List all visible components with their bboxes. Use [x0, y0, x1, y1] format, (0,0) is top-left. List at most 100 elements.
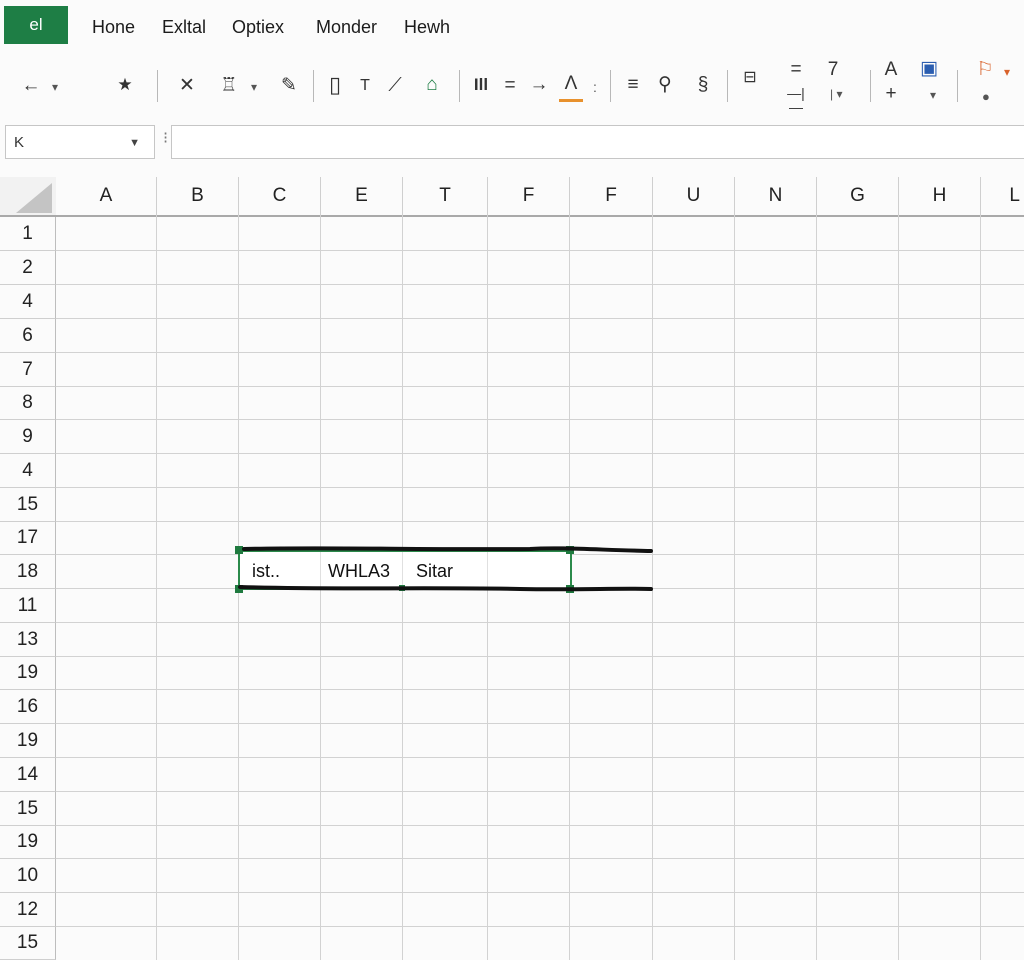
row-header[interactable]: 10	[0, 859, 56, 893]
row-header[interactable]: 7	[0, 353, 56, 387]
select-all-corner[interactable]	[0, 177, 56, 215]
grid-line	[56, 825, 1024, 826]
toolbar-separator	[870, 70, 871, 102]
row-header[interactable]: 18	[0, 555, 56, 589]
row-header[interactable]: 4	[0, 454, 56, 488]
row-header[interactable]: 15	[0, 792, 56, 826]
selected-range[interactable]	[238, 550, 572, 590]
column-header-h[interactable]: H	[899, 177, 981, 215]
row-header[interactable]: 12	[0, 893, 56, 927]
add-icon[interactable]: +	[878, 84, 904, 103]
flag-dropdown-icon[interactable]: ▾	[1004, 66, 1010, 78]
row-header[interactable]: 4	[0, 285, 56, 319]
name-box[interactable]: K ▼	[5, 125, 155, 159]
fill-bucket-icon[interactable]: ⌂	[419, 75, 445, 94]
column-header-n[interactable]: N	[735, 177, 817, 215]
row-header[interactable]: 15	[0, 488, 56, 522]
row-header[interactable]: 8	[0, 387, 56, 420]
equals-icon[interactable]: =	[497, 76, 523, 95]
row-header[interactable]: 19	[0, 657, 56, 690]
selection-handle[interactable]	[235, 585, 243, 593]
chevron-down-icon[interactable]: ▼	[129, 137, 140, 149]
selection-handle[interactable]	[235, 546, 243, 554]
grid-line	[56, 689, 1024, 690]
menu-hewh[interactable]: Hewh	[404, 17, 450, 38]
grid-line	[487, 552, 488, 588]
number-dropdown-icon[interactable]: | ▾	[830, 88, 842, 100]
align-bottom-icon[interactable]: —|—	[783, 86, 809, 114]
grid-line	[402, 552, 403, 588]
row-header[interactable]: 11	[0, 589, 56, 623]
column-header-f1[interactable]: F	[488, 177, 570, 215]
arrow-right-icon[interactable]: →	[526, 75, 552, 94]
row-header[interactable]: 19	[0, 724, 56, 758]
row-header[interactable]: 1	[0, 217, 56, 251]
column-header-e[interactable]: E	[321, 177, 403, 215]
row-header[interactable]: 16	[0, 690, 56, 724]
column-header-g[interactable]: G	[817, 177, 899, 215]
menu-monder[interactable]: Monder	[316, 17, 377, 38]
document-icon[interactable]: ▣	[916, 59, 942, 78]
text-icon[interactable]: T	[352, 78, 378, 94]
cut-icon[interactable]: ✕	[174, 76, 200, 95]
grid-line	[56, 858, 1024, 859]
row-header[interactable]: 19	[0, 826, 56, 859]
align-top-icon[interactable]: =	[783, 60, 809, 79]
column-header-f2[interactable]: F	[570, 177, 653, 215]
grid-line	[56, 723, 1024, 724]
menu-optiex[interactable]: Optiex	[232, 17, 284, 38]
cell-c18[interactable]: ist..	[252, 561, 280, 582]
row-header[interactable]: 15	[0, 927, 56, 960]
number-format-icon[interactable]: 7	[820, 60, 846, 79]
grid-line	[320, 552, 321, 588]
grid-line	[56, 757, 1024, 758]
spreadsheet-grid[interactable]: A B C E T F F U N G H L 1 2 4 6 7 8 9 4 …	[0, 177, 1024, 960]
row-header[interactable]: 2	[0, 251, 56, 285]
selection-handle[interactable]	[566, 546, 574, 554]
row-header[interactable]: 6	[0, 319, 56, 353]
selection-handle[interactable]	[399, 585, 405, 591]
drop-icon[interactable]: ●	[982, 90, 990, 103]
list-icon[interactable]: ≡	[620, 75, 646, 94]
format-painter-icon[interactable]: ♖	[216, 76, 242, 95]
menu-home[interactable]: Hone	[92, 17, 135, 38]
bar-chart-icon[interactable]: Ill	[468, 76, 494, 93]
star-icon[interactable]: ★	[112, 76, 138, 93]
column-header-c[interactable]: C	[239, 177, 321, 215]
selection-handle[interactable]	[566, 585, 574, 593]
name-box-value: K	[14, 134, 25, 151]
document-dropdown-icon[interactable]: ▾	[930, 89, 936, 101]
font-a-icon[interactable]: A	[878, 60, 904, 79]
header-divider	[0, 215, 1024, 217]
cell-t18[interactable]: Sitar	[416, 561, 453, 582]
menu-bar: el Hone Exltal Optiex Monder Hewh	[0, 0, 1024, 56]
pen-icon[interactable]: ✎	[276, 76, 302, 95]
wrap-text-icon[interactable]: ⊟	[737, 70, 763, 86]
row-header[interactable]: 14	[0, 758, 56, 792]
flag-icon[interactable]: ⚐	[972, 60, 998, 79]
grid-line	[56, 386, 1024, 387]
formula-input[interactable]	[171, 125, 1024, 159]
function-icon[interactable]: Λ	[558, 74, 584, 93]
cell-e18[interactable]: WHLA3	[328, 561, 390, 582]
draw-line-icon[interactable]: ⟋	[382, 76, 408, 95]
row-header[interactable]: 13	[0, 623, 56, 657]
person-icon[interactable]: ⚲	[652, 75, 678, 94]
more-options-icon[interactable]: :	[593, 80, 597, 94]
undo-icon[interactable]: ←	[18, 76, 44, 95]
grid-line	[56, 656, 1024, 657]
grid-line	[56, 284, 1024, 285]
column-header-l[interactable]: L	[981, 177, 1024, 215]
menu-exltal[interactable]: Exltal	[162, 17, 206, 38]
undo-dropdown-icon[interactable]: ▾	[52, 81, 58, 93]
row-header[interactable]: 17	[0, 522, 56, 555]
link-icon[interactable]: §	[690, 75, 716, 94]
text-box-icon[interactable]: ▯	[322, 74, 348, 96]
app-logo[interactable]: el	[4, 6, 68, 44]
column-header-u[interactable]: U	[653, 177, 735, 215]
column-header-t[interactable]: T	[403, 177, 488, 215]
column-header-a[interactable]: A	[56, 177, 157, 215]
painter-dropdown-icon[interactable]: ▾	[251, 81, 257, 93]
column-header-b[interactable]: B	[157, 177, 239, 215]
row-header[interactable]: 9	[0, 420, 56, 454]
